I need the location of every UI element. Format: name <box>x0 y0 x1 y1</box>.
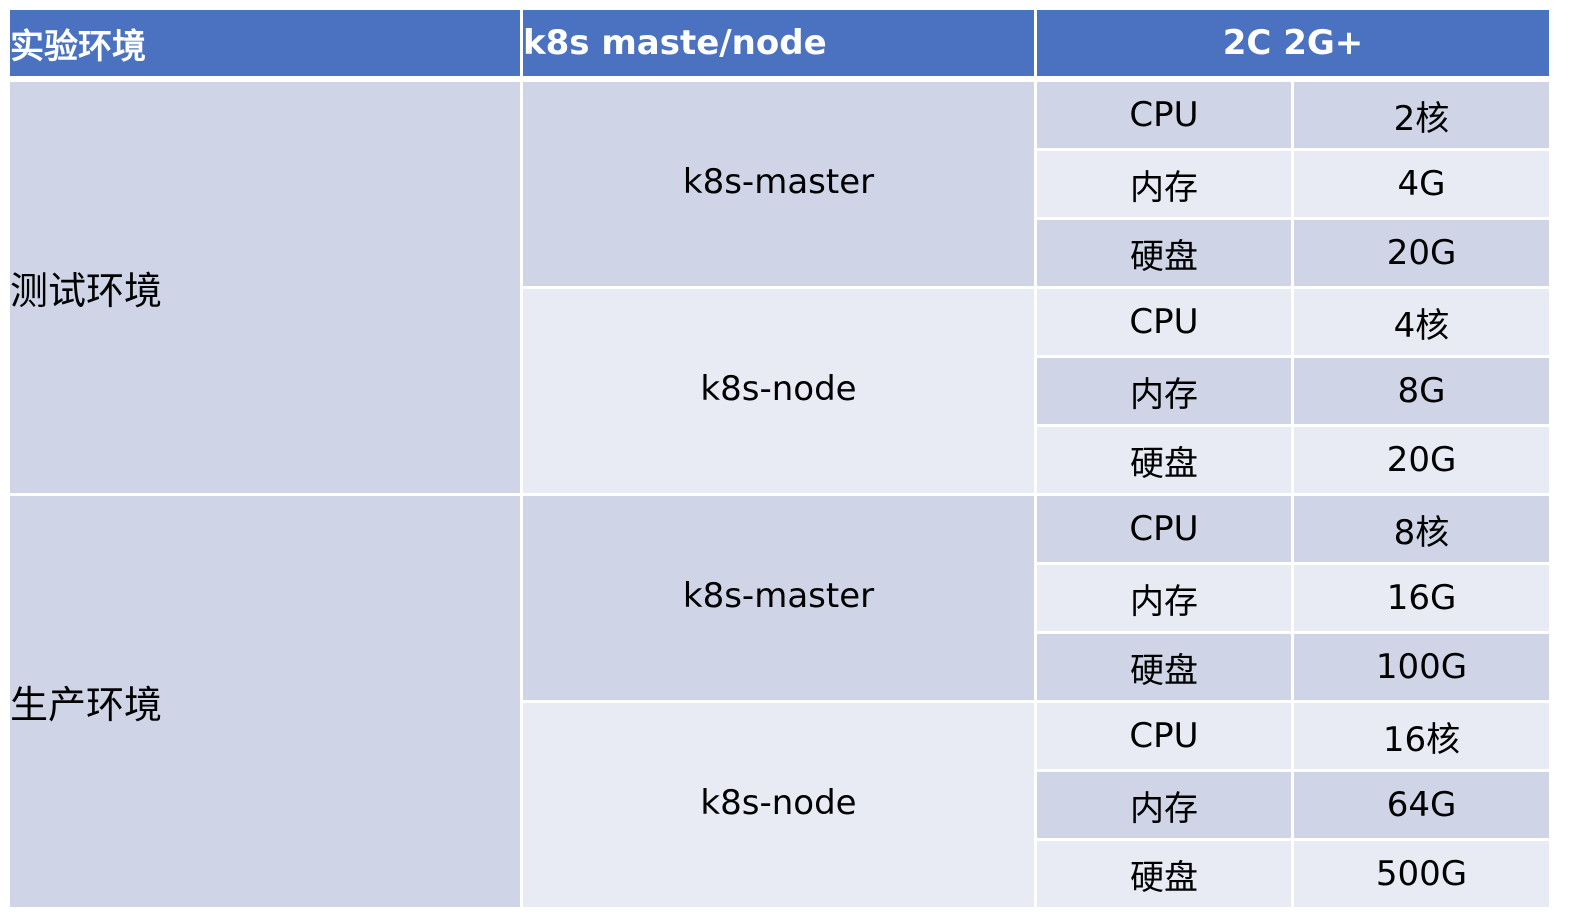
header-spec: 2C 2G+ <box>1037 10 1552 82</box>
resource-label: CPU <box>1037 703 1294 772</box>
resource-value: 100G <box>1294 634 1552 703</box>
header-environment: 实验环境 <box>10 10 523 82</box>
resource-label: 硬盘 <box>1037 427 1294 496</box>
resource-value: 2核 <box>1294 82 1552 151</box>
role-label: k8s-node <box>700 369 857 409</box>
resource-label: 内存 <box>1037 772 1294 841</box>
environment-test: 测试环境 <box>10 82 523 496</box>
resource-label: CPU <box>1037 82 1294 151</box>
resource-value: 8G <box>1294 358 1552 427</box>
resource-label: 硬盘 <box>1037 634 1294 703</box>
resource-value: 8核 <box>1294 496 1552 565</box>
resource-label: CPU <box>1037 496 1294 565</box>
resource-label: 硬盘 <box>1037 841 1294 910</box>
table-row: 测试环境 k8s-master CPU 2核 <box>10 82 1552 496</box>
resource-value: 20G <box>1294 427 1552 496</box>
table-header-row: 实验环境 k8s maste/node 2C 2G+ <box>10 10 1552 82</box>
resource-label: 内存 <box>1037 151 1294 220</box>
resource-label: CPU <box>1037 289 1294 358</box>
resource-value: 4核 <box>1294 289 1552 358</box>
environment-production: 生产环境 <box>10 496 523 910</box>
resource-label: 硬盘 <box>1037 220 1294 289</box>
resource-value: 20G <box>1294 220 1552 289</box>
resource-value: 16G <box>1294 565 1552 634</box>
role-prod-master: k8s-master <box>523 496 1037 703</box>
resource-value: 500G <box>1294 841 1552 910</box>
role-label: k8s-master <box>682 576 875 616</box>
table-row: 生产环境 k8s-master CPU 8核 <box>10 496 1552 910</box>
role-prod-node: k8s-node <box>523 703 1037 910</box>
header-role: k8s maste/node <box>523 10 1037 82</box>
spec-table-container: 实验环境 k8s maste/node 2C 2G+ 测试环境 k8s-mast… <box>10 10 1552 920</box>
environment-spec-table: 实验环境 k8s maste/node 2C 2G+ 测试环境 k8s-mast… <box>10 10 1552 910</box>
resource-label: 内存 <box>1037 565 1294 634</box>
role-test-node: k8s-node <box>523 289 1037 496</box>
role-label: k8s-master <box>682 162 875 202</box>
resource-value: 16核 <box>1294 703 1552 772</box>
role-label: k8s-node <box>700 783 857 823</box>
resource-value: 64G <box>1294 772 1552 841</box>
role-test-master: k8s-master <box>523 82 1037 289</box>
resource-value: 4G <box>1294 151 1552 220</box>
resource-label: 内存 <box>1037 358 1294 427</box>
